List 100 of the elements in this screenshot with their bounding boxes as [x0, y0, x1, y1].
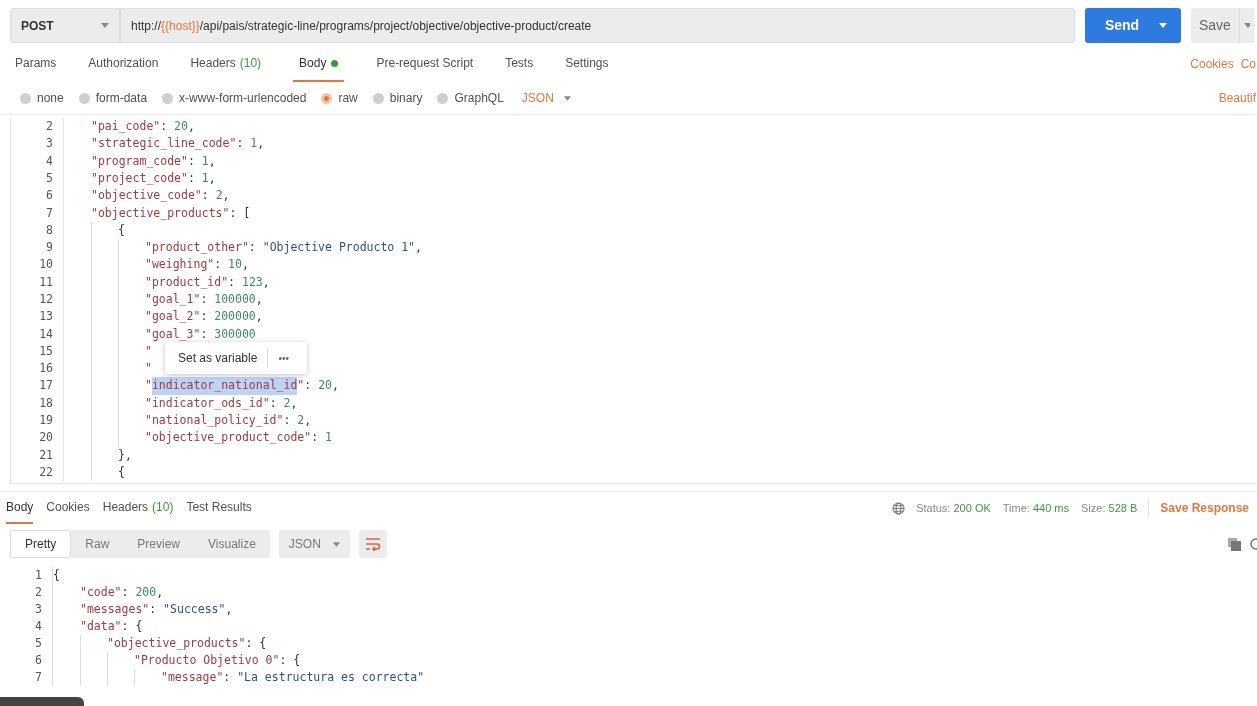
- caret-icon: [1159, 23, 1167, 28]
- code-line: "pai_code": 20,: [91, 118, 195, 135]
- line-number: 19: [38, 412, 53, 430]
- body-type-label[interactable]: x-www-form-urlencoded: [179, 89, 307, 107]
- code-line: {: [118, 463, 125, 481]
- code-line: ": [145, 342, 152, 360]
- code-line: "Producto Objetivo 0": {: [134, 651, 301, 669]
- code-line: "product_other": "Objective Producto 1",: [145, 239, 422, 257]
- line-number: 11: [38, 273, 53, 291]
- code-line: {: [53, 566, 60, 584]
- body-type-label[interactable]: raw: [338, 89, 358, 107]
- code-line: "message": "La estructura es correcta": [161, 668, 425, 686]
- line-number: 4: [34, 617, 42, 635]
- line-number: 5: [34, 634, 42, 652]
- view-mode-tab[interactable]: Visualize: [194, 530, 270, 558]
- code-line: "objective_products": {: [107, 634, 267, 652]
- copy-icon[interactable]: [1228, 537, 1241, 551]
- code-line: "program_code": 1,: [91, 152, 216, 170]
- response-stat: Size: 528 B: [1081, 500, 1138, 516]
- radio-button[interactable]: [437, 92, 449, 104]
- code-line: },: [118, 446, 132, 464]
- save-button[interactable]: Save: [1191, 8, 1254, 43]
- radio-button[interactable]: [321, 92, 333, 104]
- globe-icon[interactable]: [892, 501, 906, 515]
- line-number: 16: [38, 360, 53, 378]
- response-tab[interactable]: Test Results: [186, 492, 252, 524]
- line-number: 2: [34, 583, 42, 601]
- line-number: 5: [45, 169, 53, 187]
- selected-text: indicator_national_id: [151, 377, 298, 395]
- body-type-label[interactable]: GraphQL: [454, 89, 504, 107]
- code-line: "strategic_line_code": 1,: [91, 135, 265, 153]
- line-number: 22: [38, 463, 53, 481]
- request-tab[interactable]: Params: [15, 46, 57, 82]
- code-line: {: [118, 221, 125, 239]
- line-number: 6: [34, 651, 42, 669]
- code-line: "objective_code": 2,: [91, 187, 230, 205]
- line-number: 1: [34, 566, 42, 584]
- format-dropdown[interactable]: JSON: [278, 530, 350, 558]
- line-number: 12: [38, 291, 53, 308]
- line-number: 9: [45, 239, 53, 257]
- line-number: 14: [38, 325, 53, 343]
- url-field[interactable]: http://{{host}}/api/pais/strategic-line/programs/project/objective/objective-product/create: [120, 8, 1075, 43]
- request-tab[interactable]: Headers (10): [190, 46, 262, 82]
- radio-button[interactable]: [20, 92, 31, 104]
- code-token: 20: [318, 377, 332, 395]
- response-stat: Time: 440 ms: [1002, 500, 1069, 516]
- line-number: 10: [38, 256, 53, 274]
- line-number: 4: [45, 152, 53, 170]
- view-mode-tab[interactable]: Pretty: [10, 530, 72, 558]
- caret-icon: [332, 541, 340, 547]
- send-button[interactable]: Send: [1085, 8, 1181, 43]
- code-line: "goal_3": 300000: [145, 325, 256, 343]
- code-line: "project_code": 1,: [91, 169, 216, 187]
- wrap-lines-button[interactable]: [358, 530, 387, 558]
- method-dropdown[interactable]: POST: [10, 8, 120, 43]
- code-line: "objective_products": [: [91, 204, 251, 222]
- wrap-icon: [364, 537, 381, 551]
- code-line: "objective_product_code": 1: [145, 429, 332, 447]
- line-number: 8: [45, 221, 53, 239]
- code-line: ": [145, 360, 152, 378]
- body-type-label[interactable]: form-data: [95, 89, 148, 107]
- view-mode-tab[interactable]: Preview: [123, 530, 195, 558]
- radio-button[interactable]: [372, 92, 384, 104]
- code-line: "indicator_ods_id": 2,: [145, 394, 298, 412]
- set-as-variable-option[interactable]: Set as variable: [178, 349, 258, 367]
- response-tab[interactable]: Cookies: [46, 492, 90, 524]
- line-number: 7: [34, 668, 42, 686]
- code-line: "product_id": 123,: [145, 273, 270, 291]
- request-tab[interactable]: Authorization: [88, 46, 159, 82]
- line-number: 3: [34, 600, 42, 618]
- line-number: 18: [38, 394, 53, 412]
- body-type-label[interactable]: binary: [389, 89, 423, 107]
- request-tab[interactable]: Pre-request Script: [376, 46, 474, 82]
- line-number: 20: [38, 429, 53, 447]
- request-tab[interactable]: Tests: [505, 46, 534, 82]
- code-token: ": [297, 377, 305, 395]
- code-line: "data": {: [80, 617, 143, 635]
- view-mode-tab[interactable]: Raw: [71, 530, 124, 558]
- caret-icon: [563, 95, 571, 101]
- line-number: 21: [38, 446, 53, 464]
- response-tab[interactable]: Headers (10): [102, 492, 174, 524]
- line-number: 17: [38, 377, 53, 395]
- more-options-button[interactable]: •••: [278, 350, 289, 366]
- code-line: "goal_2": 200000,: [145, 308, 263, 326]
- code-token: :: [304, 377, 313, 395]
- code-line: "weighing": 10,: [145, 256, 249, 274]
- body-type-label[interactable]: none: [37, 89, 64, 107]
- code-line: "goal_1": 100000,: [145, 291, 263, 308]
- response-stat: Status: 200 OK: [916, 500, 991, 516]
- line-number: 6: [45, 187, 53, 205]
- search-icon[interactable]: [1249, 537, 1257, 551]
- code-line: "national_policy_id": 2,: [145, 412, 312, 430]
- request-tab[interactable]: Body: [293, 46, 345, 82]
- request-tab[interactable]: Settings: [565, 46, 609, 82]
- radio-button[interactable]: [78, 92, 90, 104]
- line-number: 13: [38, 308, 53, 326]
- line-number: 2: [45, 118, 53, 135]
- response-tab[interactable]: Body: [6, 492, 34, 524]
- code-token: ,: [332, 377, 339, 395]
- radio-button[interactable]: [162, 92, 174, 104]
